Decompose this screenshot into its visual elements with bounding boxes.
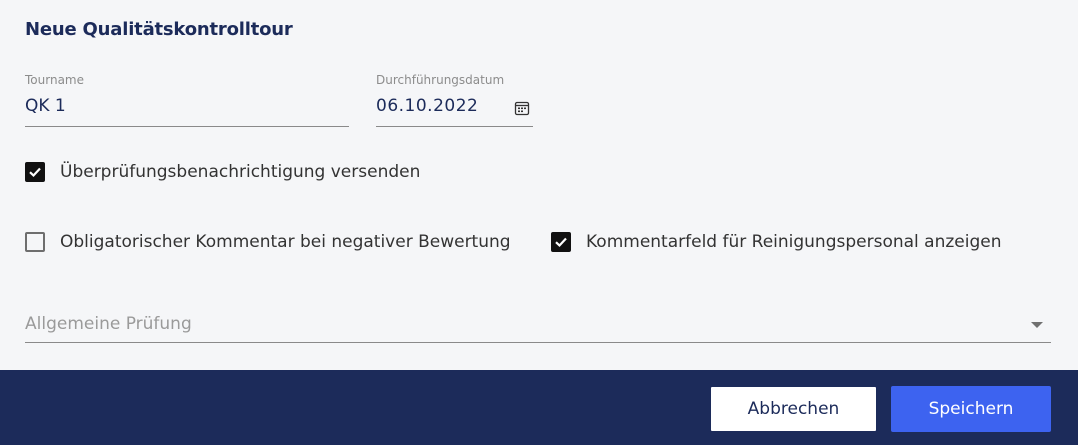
select-placeholder: Allgemeine Prüfung xyxy=(25,314,192,334)
date-input[interactable]: 06.10.2022 xyxy=(376,96,496,116)
cancel-button[interactable]: Abbrechen xyxy=(710,386,877,432)
dialog-title: Neue Qualitätskontrolltour xyxy=(25,19,293,40)
option-label: Überprüfungsbenachrichtigung versenden xyxy=(60,162,421,182)
tourname-input[interactable]: QK 1 xyxy=(25,96,325,116)
option-mandatory-comment[interactable]: Obligatorischer Kommentar bei negativer … xyxy=(25,232,511,252)
checkbox-unchecked[interactable] xyxy=(25,232,45,252)
date-label: Durchführungsdatum xyxy=(376,73,505,87)
quality-tour-dialog: Neue Qualitätskontrolltour Tourname QK 1… xyxy=(0,0,1078,445)
option-label: Kommentarfeld für Reinigungspersonal anz… xyxy=(586,232,1002,252)
dialog-footer: Abbrechen Speichern xyxy=(0,370,1078,445)
option-label: Obligatorischer Kommentar bei negativer … xyxy=(60,232,511,252)
check-icon xyxy=(555,237,567,248)
tourname-label: Tourname xyxy=(25,73,84,87)
save-button[interactable]: Speichern xyxy=(891,386,1051,432)
dropdown-caret-icon[interactable] xyxy=(1031,322,1043,328)
checkbox-checked[interactable] xyxy=(25,162,45,182)
date-field[interactable]: Durchführungsdatum 06.10.2022 xyxy=(376,73,533,127)
option-cleaning-staff-comment[interactable]: Kommentarfeld für Reinigungspersonal anz… xyxy=(551,232,1002,252)
check-icon xyxy=(29,167,41,178)
option-send-notification[interactable]: Überprüfungsbenachrichtigung versenden xyxy=(25,162,420,182)
tourname-field[interactable]: Tourname QK 1 xyxy=(25,73,349,127)
inspection-type-select[interactable]: Allgemeine Prüfung xyxy=(25,308,1051,343)
calendar-icon[interactable] xyxy=(514,100,530,116)
checkbox-checked[interactable] xyxy=(551,232,571,252)
